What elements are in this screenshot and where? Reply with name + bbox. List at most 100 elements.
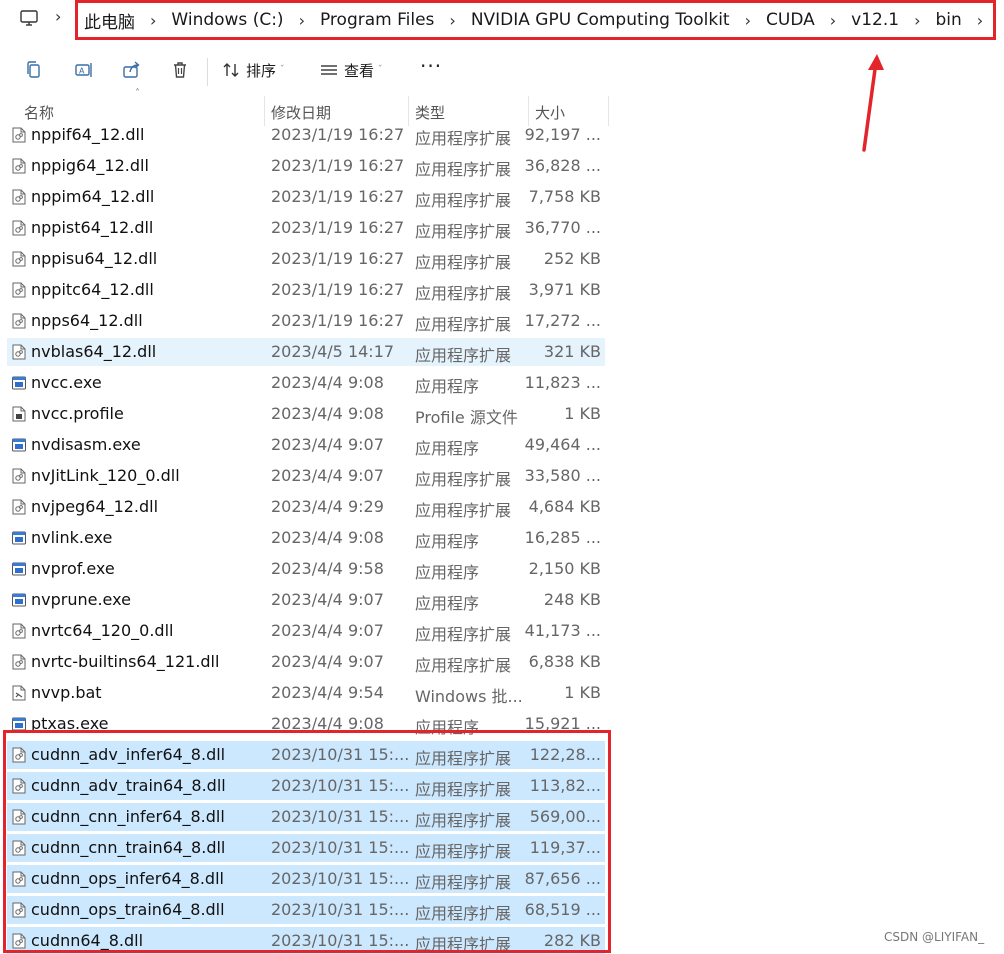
file-name: nppitc64_12.dll — [31, 280, 154, 299]
file-row[interactable]: npps64_12.dll 2023/1/19 16:27 应用程序扩展 17,272… — [7, 307, 605, 335]
file-size: 4,684 KB — [528, 497, 601, 516]
dll-file-icon — [12, 158, 26, 174]
file-modified-date: 2023/1/19 16:27 — [271, 218, 405, 237]
file-row[interactable]: nvcc.exe 2023/4/4 9:08 应用程序 11,823 ... — [7, 369, 605, 397]
file-type: 应用程序扩展 — [415, 253, 512, 272]
dll-file-icon — [12, 220, 26, 236]
chevron-right-icon[interactable]: › — [55, 7, 61, 26]
file-type: 应用程序 — [415, 377, 480, 396]
file-size: 1 KB — [564, 683, 601, 702]
column-divider[interactable] — [608, 96, 609, 126]
file-size: 49,464 ... — [524, 435, 601, 454]
file-modified-date: 2023/1/19 16:27 — [271, 249, 405, 268]
file-row[interactable]: nvrtc64_120_0.dll 2023/4/4 9:07 应用程序扩展 41,1… — [7, 617, 605, 645]
copy-button[interactable] — [24, 56, 44, 84]
breadcrumb-segment[interactable]: NVIDIA GPU Computing Toolkit — [465, 10, 736, 30]
file-name: nvJitLink_120_0.dll — [31, 466, 180, 485]
breadcrumb-segment[interactable]: CUDA — [760, 10, 821, 30]
file-row[interactable]: nvjpeg64_12.dll 2023/4/4 9:29 应用程序扩展 4,684 … — [7, 493, 605, 521]
file-modified-date: 2023/1/19 16:27 — [271, 311, 405, 330]
file-size: 248 KB — [543, 590, 601, 609]
file-type: 应用程序扩展 — [415, 191, 512, 210]
chevron-right-icon[interactable]: › — [141, 11, 165, 30]
column-header-date[interactable]: 修改日期 — [271, 102, 331, 123]
exe-file-icon — [12, 530, 26, 546]
view-button[interactable]: 查看 ˇ — [320, 56, 383, 84]
rename-button[interactable]: A — [74, 56, 94, 84]
share-button[interactable] — [122, 56, 142, 84]
more-options-button[interactable]: ··· — [420, 54, 442, 78]
exe-file-icon — [12, 561, 26, 577]
sort-button[interactable]: 排序 ˇ — [222, 56, 285, 84]
file-type: 应用程序扩展 — [415, 346, 512, 365]
file-row[interactable]: nppist64_12.dll 2023/1/19 16:27 应用程序扩展 36,7… — [7, 214, 605, 242]
column-header-size[interactable]: 大小 — [535, 102, 565, 123]
exe-file-icon — [12, 592, 26, 608]
file-modified-date: 2023/4/4 9:07 — [271, 466, 384, 485]
file-row[interactable]: nppim64_12.dll 2023/1/19 16:27 应用程序扩展 7,758… — [7, 183, 605, 211]
dll-file-icon — [12, 468, 26, 484]
file-type: 应用程序扩展 — [415, 284, 512, 303]
file-row[interactable]: nvcc.profile 2023/4/4 9:08 Profile 源文件 1 KB — [7, 400, 605, 428]
file-type: Windows 批... — [415, 687, 523, 706]
file-row[interactable]: nppitc64_12.dll 2023/1/19 16:27 应用程序扩展 3,97… — [7, 276, 605, 304]
file-type: 应用程序扩展 — [415, 129, 512, 148]
file-type: 应用程序扩展 — [415, 470, 512, 489]
delete-button[interactable] — [170, 56, 190, 84]
breadcrumb-segment[interactable]: Program Files — [314, 10, 440, 30]
file-size: 2,150 KB — [528, 559, 601, 578]
breadcrumb-segment[interactable]: Windows (C:) — [165, 10, 289, 30]
chevron-right-icon[interactable]: › — [440, 11, 464, 30]
file-name: nvdisasm.exe — [31, 435, 141, 454]
file-type: Profile 源文件 — [415, 408, 518, 427]
dll-file-icon — [12, 499, 26, 515]
chevron-right-icon[interactable]: › — [968, 11, 992, 30]
file-modified-date: 2023/4/5 14:17 — [271, 342, 395, 361]
chevron-right-icon[interactable]: › — [821, 11, 845, 30]
file-row[interactable]: nvJitLink_120_0.dll 2023/4/4 9:07 应用程序扩展 33… — [7, 462, 605, 490]
file-size: 252 KB — [543, 249, 601, 268]
file-size: 33,580 ... — [524, 466, 601, 485]
file-name: nvblas64_12.dll — [31, 342, 157, 361]
file-row[interactable]: nvrtc-builtins64_121.dll 2023/4/4 9:07 应用程… — [7, 648, 605, 676]
breadcrumb-segment[interactable]: bin — [929, 10, 967, 30]
file-row[interactable]: nvvp.bat 2023/4/4 9:54 Windows 批... 1 KB — [7, 679, 605, 707]
toolbar-divider — [207, 58, 208, 86]
breadcrumb-segment[interactable]: 此电脑 — [78, 8, 141, 33]
file-type: 应用程序扩展 — [415, 315, 512, 334]
file-row[interactable]: nvlink.exe 2023/4/4 9:08 应用程序 16,285 ... — [7, 524, 605, 552]
file-type: 应用程序扩展 — [415, 160, 512, 179]
file-row[interactable]: nppig64_12.dll 2023/1/19 16:27 应用程序扩展 36,82… — [7, 152, 605, 180]
dll-file-icon — [12, 623, 26, 639]
file-row[interactable]: nvblas64_12.dll 2023/4/5 14:17 应用程序扩展 321 K… — [7, 338, 605, 366]
file-modified-date: 2023/1/19 16:27 — [271, 156, 405, 175]
column-header-type[interactable]: 类型 — [415, 102, 445, 123]
file-modified-date: 2023/1/19 16:27 — [271, 187, 405, 206]
annotation-selection-box — [3, 730, 611, 953]
file-row[interactable]: nvprune.exe 2023/4/4 9:07 应用程序 248 KB — [7, 586, 605, 614]
file-modified-date: 2023/4/4 9:58 — [271, 559, 384, 578]
file-modified-date: 2023/4/4 9:07 — [271, 435, 384, 454]
computer-icon[interactable] — [20, 10, 38, 26]
file-name: nvvp.bat — [31, 683, 102, 702]
file-size: 16,285 ... — [524, 528, 601, 547]
file-type: 应用程序 — [415, 563, 480, 582]
file-size: 3,971 KB — [528, 280, 601, 299]
file-modified-date: 2023/1/19 16:27 — [271, 280, 405, 299]
file-row[interactable]: nvdisasm.exe 2023/4/4 9:07 应用程序 49,464 ... — [7, 431, 605, 459]
exe-file-icon — [12, 437, 26, 453]
file-name: nvcc.exe — [31, 373, 102, 392]
watermark: CSDN @LIYIFAN_ — [884, 930, 985, 944]
file-size: 321 KB — [543, 342, 601, 361]
chevron-right-icon[interactable]: › — [905, 11, 929, 30]
column-header-name[interactable]: 名称 — [24, 102, 54, 123]
file-row[interactable]: nppisu64_12.dll 2023/1/19 16:27 应用程序扩展 252 … — [7, 245, 605, 273]
file-size: 11,823 ... — [524, 373, 601, 392]
file-row[interactable]: nppif64_12.dll 2023/1/19 16:27 应用程序扩展 92,19… — [7, 121, 605, 149]
file-modified-date: 2023/4/4 9:07 — [271, 590, 384, 609]
chevron-right-icon[interactable]: › — [736, 11, 760, 30]
breadcrumb-segment[interactable]: v12.1 — [845, 10, 905, 30]
chevron-right-icon[interactable]: › — [290, 11, 314, 30]
breadcrumb-highlight-box: 此电脑 › Windows (C:) › Program Files › NVIDIA GP… — [75, 0, 996, 40]
file-row[interactable]: nvprof.exe 2023/4/4 9:58 应用程序 2,150 KB — [7, 555, 605, 583]
